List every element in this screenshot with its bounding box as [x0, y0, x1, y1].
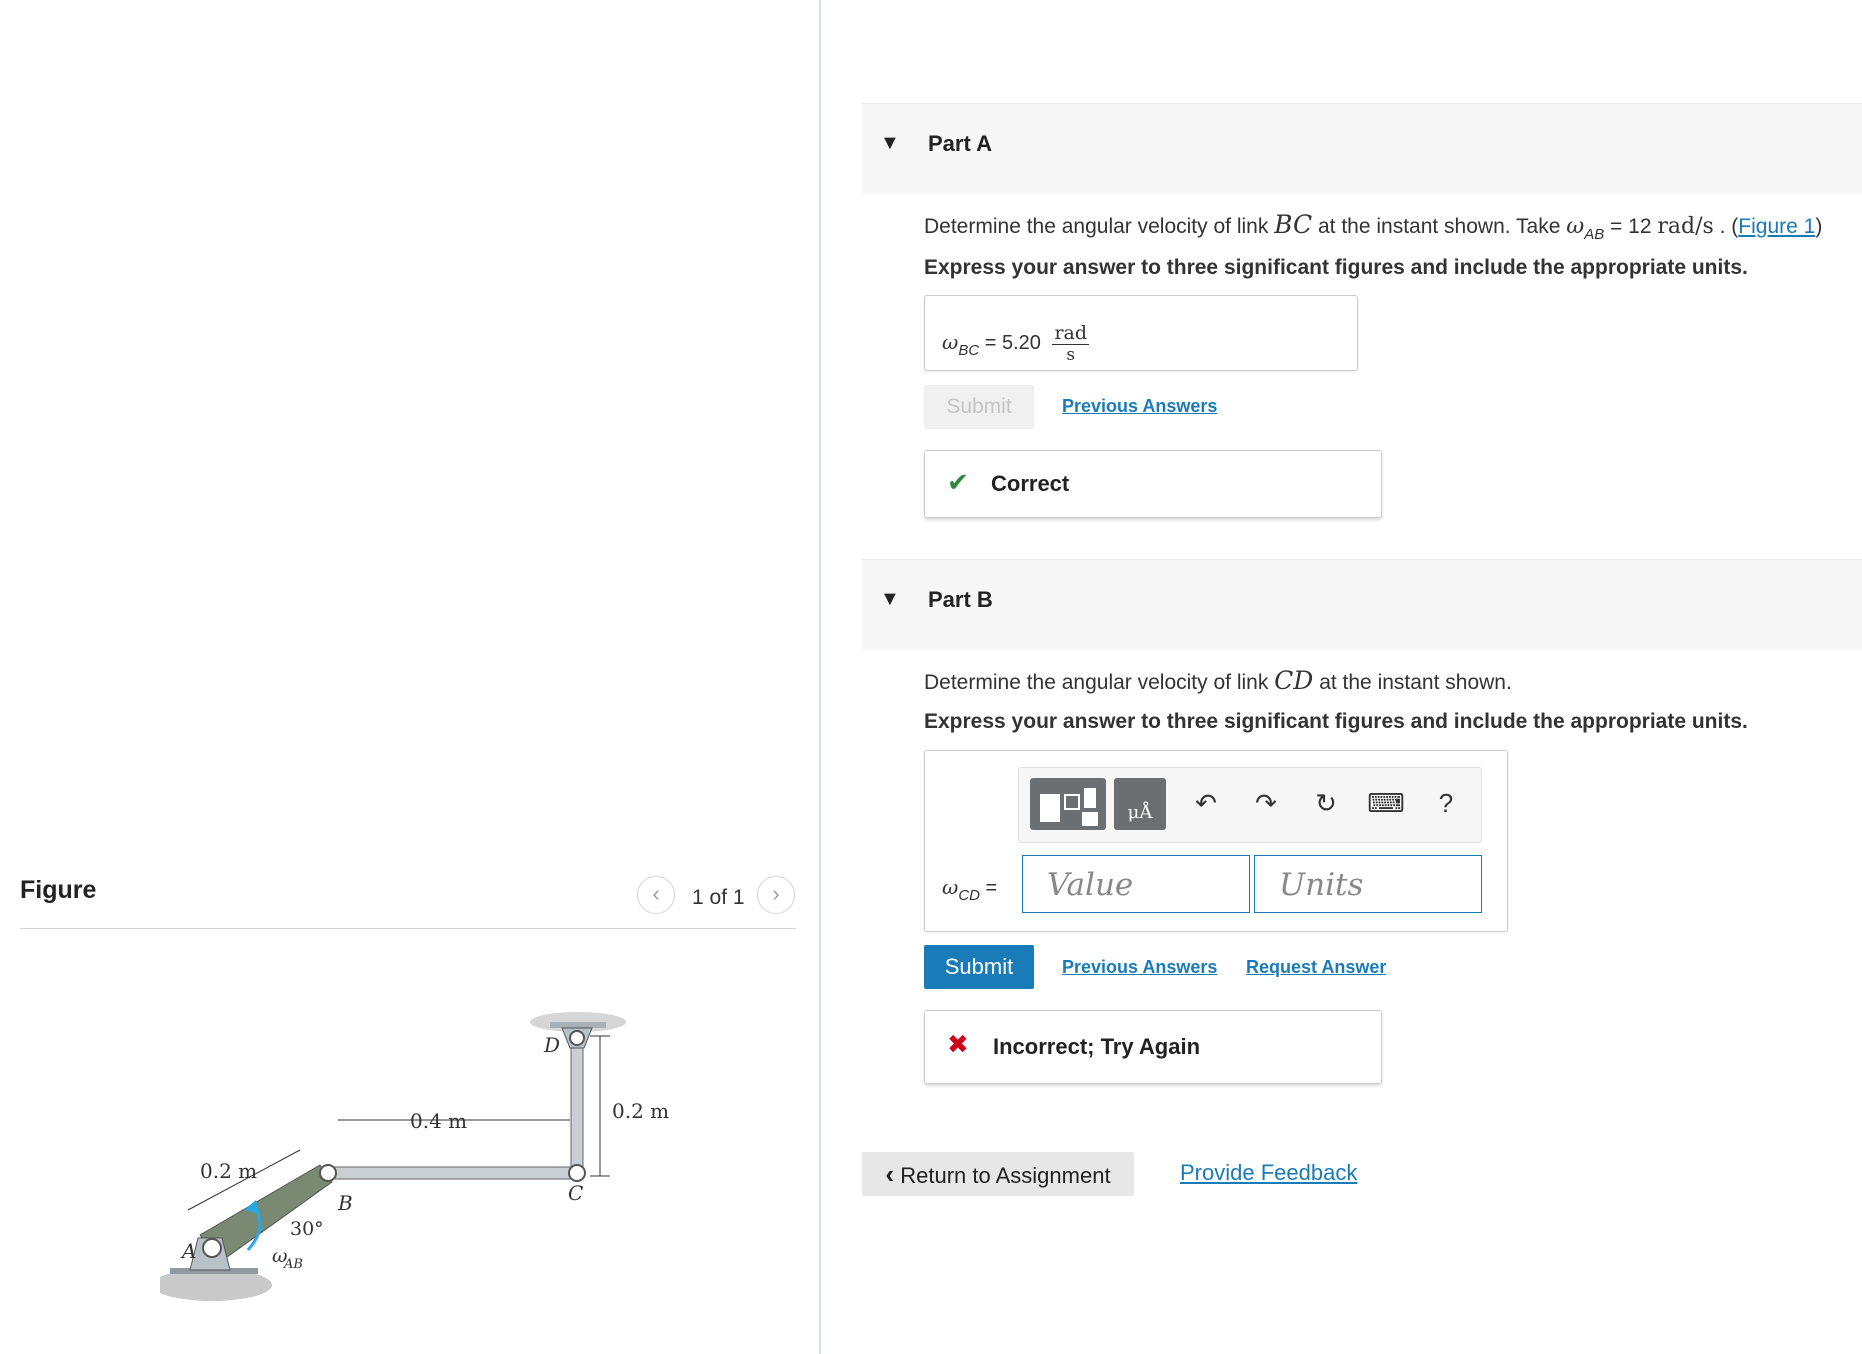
- label-b: B: [337, 1191, 353, 1215]
- part-a-question: Determine the angular velocity of link B…: [924, 210, 1822, 243]
- part-b-submit-button[interactable]: Submit: [924, 945, 1034, 989]
- link-bc: [327, 1166, 579, 1180]
- given-units: rad/s: [1657, 214, 1714, 239]
- check-icon: ✔: [947, 467, 969, 497]
- chevron-right-icon: ›: [772, 881, 780, 906]
- figure-rule: [20, 928, 796, 929]
- question-text: ): [1815, 215, 1823, 238]
- part-a-submit-button[interactable]: Submit: [924, 385, 1034, 429]
- part-b-answer-label: ωCD =: [942, 875, 997, 904]
- given-value: = 12: [1604, 215, 1658, 238]
- chevron-left-icon: ‹: [652, 881, 660, 906]
- pin-d: [569, 1030, 585, 1046]
- link-name: CD: [1274, 666, 1314, 695]
- omega-symbol: ω: [1566, 214, 1585, 239]
- question-text: Determine the angular velocity of link: [924, 215, 1275, 238]
- reset-icon[interactable]: ↻: [1306, 788, 1346, 819]
- units-icon[interactable]: μÅ: [1114, 778, 1166, 830]
- value-input[interactable]: Value: [1022, 855, 1250, 913]
- pin-c: [568, 1164, 586, 1182]
- answer-subscript: CD: [958, 887, 980, 904]
- part-a-answer: ωBC = 5.20 rad s: [942, 322, 1090, 365]
- request-answer-link[interactable]: Request Answer: [1246, 957, 1386, 978]
- label-angle: 30°: [290, 1218, 324, 1240]
- help-icon[interactable]: ?: [1426, 788, 1466, 819]
- figure-prev-button[interactable]: ‹: [637, 876, 675, 914]
- figure-link[interactable]: Figure 1: [1738, 215, 1815, 238]
- answer-units: rad s: [1052, 322, 1090, 365]
- part-b-question: Determine the angular velocity of link C…: [924, 666, 1512, 695]
- omega-subscript: AB: [1584, 226, 1605, 243]
- link-cd: [570, 1035, 584, 1177]
- figure-title: Figure: [20, 876, 97, 904]
- chevron-left-icon: ‹: [885, 1159, 895, 1189]
- answer-symbol: ω: [942, 329, 959, 354]
- label-dim-bc: 0.4 m: [410, 1109, 467, 1133]
- caret-down-icon[interactable]: ▼: [880, 588, 900, 611]
- unit-numerator: rad: [1052, 322, 1090, 345]
- unit-denominator: s: [1066, 345, 1076, 365]
- units-input[interactable]: Units: [1254, 855, 1482, 913]
- figure-next-button[interactable]: ›: [757, 876, 795, 914]
- answer-symbol: ω: [942, 875, 959, 899]
- label-dim-ab: 0.2 m: [200, 1159, 257, 1183]
- label-c: C: [568, 1181, 583, 1205]
- part-a-previous-answers-link[interactable]: Previous Answers: [1062, 396, 1217, 417]
- linkage-diagram: A B C D 0.2 m 0.4 m 0.2 m 30° ω AB: [160, 1012, 669, 1301]
- link-name: BC: [1274, 210, 1313, 239]
- part-a-instruction: Express your answer to three significant…: [924, 256, 1748, 279]
- templates-icon[interactable]: [1030, 778, 1106, 830]
- part-a-label[interactable]: Part A: [928, 131, 992, 157]
- label-a: A: [180, 1239, 196, 1263]
- answer-equals: =: [979, 331, 1002, 354]
- keyboard-icon[interactable]: ⌨: [1366, 788, 1406, 819]
- answer-subscript: BC: [958, 341, 980, 359]
- base-d: [550, 1022, 606, 1028]
- pin-a: [202, 1238, 222, 1258]
- provide-feedback-link[interactable]: Provide Feedback: [1180, 1160, 1357, 1186]
- question-text: at the instant shown. Take: [1312, 215, 1567, 238]
- x-icon: ✖: [947, 1029, 969, 1059]
- question-text: . (: [1713, 215, 1739, 238]
- label-dim-cd: 0.2 m: [612, 1099, 669, 1123]
- panel-divider: [819, 0, 821, 1354]
- answer-equals: =: [979, 877, 998, 899]
- return-to-assignment-button[interactable]: ‹ Return to Assignment: [862, 1152, 1134, 1196]
- part-b-instruction: Express your answer to three significant…: [924, 710, 1748, 733]
- part-b-feedback: ✖ Incorrect; Try Again: [924, 1010, 1382, 1084]
- feedback-text: Correct: [991, 471, 1070, 496]
- caret-down-icon[interactable]: ▼: [880, 132, 900, 155]
- question-text: at the instant shown.: [1313, 671, 1512, 694]
- undo-icon[interactable]: ↶: [1186, 788, 1226, 819]
- part-b-previous-answers-link[interactable]: Previous Answers: [1062, 957, 1217, 978]
- part-a-feedback: ✔ Correct: [924, 450, 1382, 518]
- label-omega-ab-sub: AB: [283, 1257, 303, 1272]
- part-b-header[interactable]: [862, 559, 1862, 650]
- part-b-label[interactable]: Part B: [928, 587, 993, 613]
- redo-icon[interactable]: ↷: [1246, 788, 1286, 819]
- label-d: D: [543, 1033, 560, 1057]
- figure-pager-text: 1 of 1: [692, 886, 745, 909]
- return-label: Return to Assignment: [900, 1163, 1111, 1188]
- part-a-header[interactable]: [862, 103, 1862, 194]
- question-text: Determine the angular velocity of link: [924, 671, 1275, 694]
- feedback-text: Incorrect; Try Again: [993, 1034, 1201, 1059]
- answer-value: 5.20: [1001, 331, 1041, 354]
- pin-b: [319, 1164, 337, 1182]
